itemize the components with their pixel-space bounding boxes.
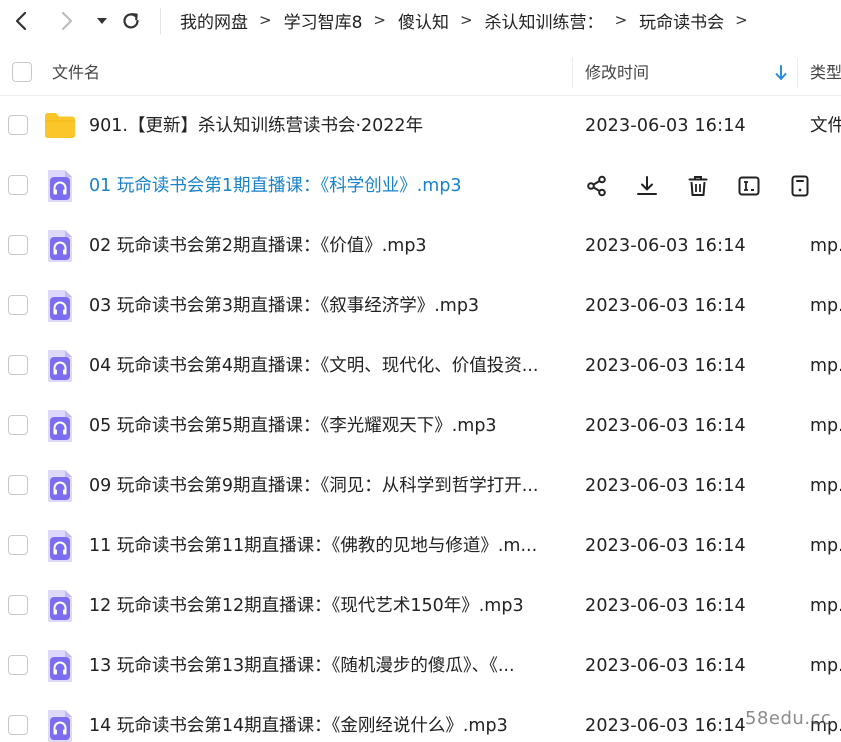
row-checkbox[interactable] bbox=[8, 415, 28, 435]
breadcrumb-separator: > bbox=[373, 11, 386, 29]
modified-time: 2023-06-03 16:14 bbox=[585, 536, 746, 556]
breadcrumb-item[interactable]: 杀认知训练营： bbox=[485, 8, 604, 33]
breadcrumb-separator: > bbox=[459, 11, 473, 29]
audio-file-icon bbox=[46, 708, 78, 742]
file-row[interactable]: 11 玩命读书会第11期直播课：《佛教的见地与修道》.m... 2023-06-0… bbox=[0, 516, 841, 576]
breadcrumb-separator: > bbox=[735, 11, 748, 29]
download-icon[interactable] bbox=[635, 174, 659, 198]
row-checkbox[interactable] bbox=[8, 595, 28, 615]
breadcrumb-item[interactable]: 傻认知 bbox=[398, 8, 449, 33]
row-checkbox[interactable] bbox=[8, 235, 28, 255]
breadcrumb-item[interactable]: 我的网盘 bbox=[180, 8, 248, 33]
file-row[interactable]: 09 玩命读书会第9期直播课：《洞见：从科学到哲学打开... 2023-06-03… bbox=[0, 456, 841, 516]
modified-time: 2023-06-03 16:14 bbox=[585, 296, 746, 316]
history-dropdown-button[interactable] bbox=[89, 8, 115, 34]
delete-icon[interactable] bbox=[686, 174, 710, 198]
chevron-left-icon bbox=[15, 11, 27, 31]
breadcrumb-item[interactable]: 学习智库8 bbox=[284, 8, 363, 33]
breadcrumb-item[interactable]: 玩命读书会 bbox=[639, 8, 724, 33]
row-checkbox[interactable] bbox=[8, 355, 28, 375]
modified-time: 2023-06-03 16:14 bbox=[585, 716, 746, 736]
row-checkbox[interactable] bbox=[8, 475, 28, 495]
file-type: 文件 bbox=[810, 116, 841, 136]
file-row[interactable]: 02 玩命读书会第2期直播课：《价值》.mp3 2023-06-03 16:14 m… bbox=[0, 216, 841, 276]
file-type: mp. bbox=[810, 536, 841, 556]
column-divider[interactable] bbox=[572, 58, 573, 88]
file-row[interactable]: 04 玩命读书会第4期直播课：《文明、现代化、价值投资... 2023-06-03… bbox=[0, 336, 841, 396]
breadcrumb-separator: > bbox=[614, 11, 628, 29]
file-row[interactable]: 13 玩命读书会第13期直播课：《随机漫步的傻瓜》、《... 2023-06-03… bbox=[0, 636, 841, 696]
audio-file-icon bbox=[46, 168, 78, 204]
folder-row[interactable]: 901.【更新】杀认知训练营读书会·2022年 2023-06-03 16:14 文… bbox=[0, 96, 841, 156]
audio-file-icon bbox=[46, 348, 78, 384]
file-type: mp. bbox=[810, 596, 841, 616]
file-type: mp. bbox=[810, 656, 841, 676]
file-name[interactable]: 901.【更新】杀认知训练营读书会·2022年 bbox=[89, 96, 423, 156]
modified-time: 2023-06-03 16:14 bbox=[585, 476, 746, 496]
file-type: mp. bbox=[810, 416, 841, 436]
share-icon[interactable] bbox=[585, 174, 609, 198]
chevron-right-icon bbox=[61, 11, 73, 31]
audio-file-icon bbox=[46, 528, 78, 564]
column-divider[interactable] bbox=[797, 58, 798, 88]
file-name[interactable]: 05 玩命读书会第5期直播课：《李光耀观天下》.mp3 bbox=[89, 396, 497, 456]
modified-time: 2023-06-03 16:14 bbox=[585, 596, 746, 616]
row-checkbox[interactable] bbox=[8, 715, 28, 735]
modified-time: 2023-06-03 16:14 bbox=[585, 356, 746, 376]
forward-button[interactable] bbox=[54, 8, 80, 34]
modified-time: 2023-06-03 16:14 bbox=[585, 656, 746, 676]
audio-file-icon bbox=[46, 648, 78, 684]
row-checkbox[interactable] bbox=[8, 295, 28, 315]
modified-time: 2023-06-03 16:14 bbox=[585, 116, 746, 136]
audio-file-icon bbox=[46, 468, 78, 504]
modified-time: 2023-06-03 16:14 bbox=[585, 416, 746, 436]
file-name[interactable]: 13 玩命读书会第13期直播课：《随机漫步的傻瓜》、《... bbox=[89, 636, 515, 696]
caret-down-icon bbox=[97, 18, 107, 24]
modified-time: 2023-06-03 16:14 bbox=[585, 236, 746, 256]
list-header: 文件名 修改时间 类型 bbox=[0, 50, 841, 96]
more-icon[interactable] bbox=[788, 174, 812, 198]
file-type: mp. bbox=[810, 476, 841, 496]
select-all-checkbox[interactable] bbox=[12, 62, 32, 82]
audio-file-icon bbox=[46, 588, 78, 624]
column-header-name[interactable]: 文件名 bbox=[52, 50, 100, 96]
file-name[interactable]: 02 玩命读书会第2期直播课：《价值》.mp3 bbox=[89, 216, 427, 276]
file-row[interactable]: 05 玩命读书会第5期直播课：《李光耀观天下》.mp3 2023-06-03 16… bbox=[0, 396, 841, 456]
audio-file-icon bbox=[46, 408, 78, 444]
file-row[interactable]: 01 玩命读书会第1期直播课：《科学创业》.mp3 bbox=[0, 156, 841, 216]
file-name[interactable]: 12 玩命读书会第12期直播课：《现代艺术150年》.mp3 bbox=[89, 576, 524, 636]
folder-icon bbox=[44, 108, 76, 144]
refresh-button[interactable] bbox=[118, 8, 144, 34]
rename-icon[interactable] bbox=[737, 174, 761, 198]
file-row[interactable]: 03 玩命读书会第3期直播课：《叙事经济学》.mp3 2023-06-03 16:… bbox=[0, 276, 841, 336]
row-checkbox[interactable] bbox=[8, 535, 28, 555]
column-header-type[interactable]: 类型 bbox=[810, 50, 841, 96]
row-checkbox[interactable] bbox=[8, 115, 28, 135]
file-name[interactable]: 14 玩命读书会第14期直播课：《金刚经说什么》.mp3 bbox=[89, 696, 508, 742]
file-type: mp. bbox=[810, 236, 841, 256]
file-type: mp. bbox=[810, 296, 841, 316]
sort-descending-icon[interactable] bbox=[774, 63, 788, 83]
file-name[interactable]: 09 玩命读书会第9期直播课：《洞见：从科学到哲学打开... bbox=[89, 456, 538, 516]
file-row[interactable]: 12 玩命读书会第12期直播课：《现代艺术150年》.mp3 2023-06-03… bbox=[0, 576, 841, 636]
file-name[interactable]: 01 玩命读书会第1期直播课：《科学创业》.mp3 bbox=[89, 156, 462, 216]
watermark: 58edu.cc bbox=[745, 708, 832, 729]
refresh-icon bbox=[123, 13, 139, 29]
audio-file-icon bbox=[46, 228, 78, 264]
file-name[interactable]: 11 玩命读书会第11期直播课：《佛教的见地与修道》.m... bbox=[89, 516, 537, 576]
file-name[interactable]: 04 玩命读书会第4期直播课：《文明、现代化、价值投资... bbox=[89, 336, 538, 396]
column-header-modified[interactable]: 修改时间 bbox=[585, 50, 649, 96]
row-checkbox[interactable] bbox=[8, 655, 28, 675]
back-button[interactable] bbox=[8, 8, 34, 34]
toolbar: 我的网盘 > 学习智库8 > 傻认知 > 杀认知训练营： > 玩命读书会 > bbox=[0, 0, 841, 42]
breadcrumb-separator: > bbox=[259, 11, 272, 29]
file-name[interactable]: 03 玩命读书会第3期直播课：《叙事经济学》.mp3 bbox=[89, 276, 479, 336]
file-type: mp. bbox=[810, 356, 841, 376]
file-row[interactable]: 14 玩命读书会第14期直播课：《金刚经说什么》.mp3 2023-06-03 1… bbox=[0, 696, 841, 742]
breadcrumb: 我的网盘 > 学习智库8 > 傻认知 > 杀认知训练营： > 玩命读书会 > bbox=[180, 0, 760, 40]
audio-file-icon bbox=[46, 288, 78, 324]
row-checkbox[interactable] bbox=[8, 175, 28, 195]
toolbar-divider bbox=[160, 8, 161, 34]
